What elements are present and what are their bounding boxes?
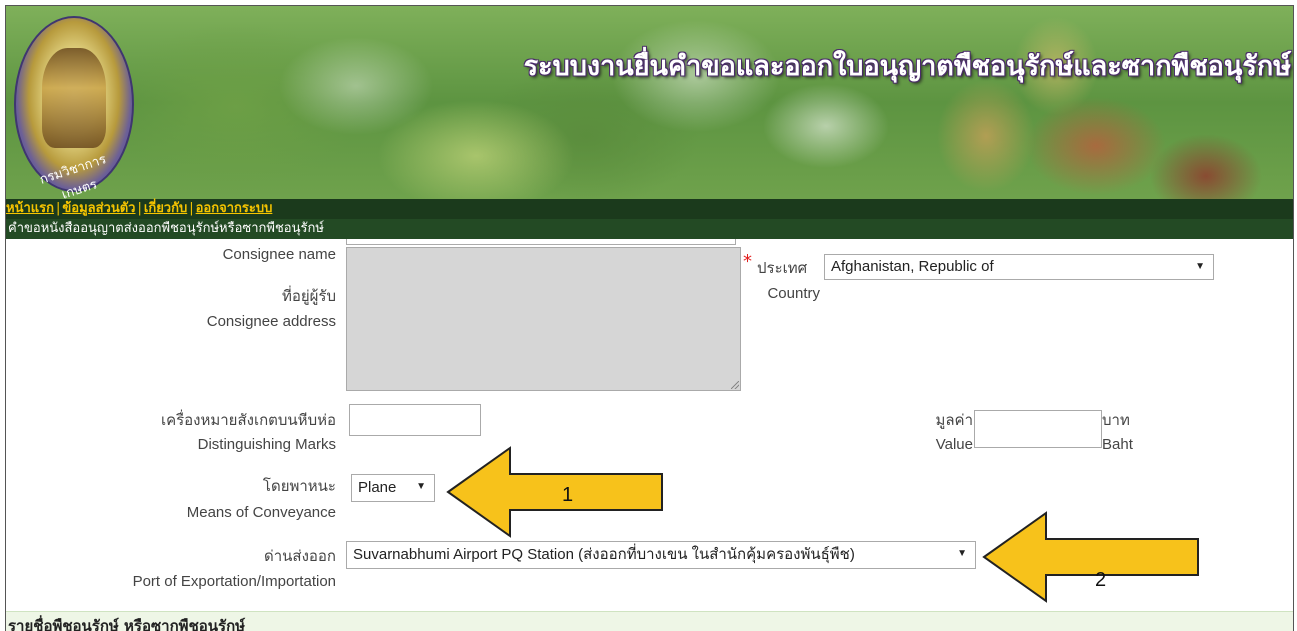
arrow-1-number: 1 bbox=[562, 484, 574, 506]
site-title: ระบบงานยื่นคำขอและออกใบอนุญาตพืชอนุรักษ์… bbox=[523, 51, 1291, 82]
seal-emblem bbox=[42, 48, 106, 148]
country-select[interactable]: Afghanistan, Republic of ▼ bbox=[824, 254, 1214, 280]
consignee-name-label: Consignee name bbox=[222, 246, 336, 263]
conveyance-select-value: Plane bbox=[358, 479, 397, 496]
conveyance-label-th: โดยพาหนะ bbox=[262, 478, 336, 495]
marks-label-th: เครื่องหมายสังเกตบนหีบห่อ bbox=[160, 412, 336, 429]
port-label-en: Port of Exportation/Importation bbox=[132, 573, 336, 590]
header-banner: กรมวิชาการเกษตร ระบบงานยื่นคำขอและออกใบอ… bbox=[6, 6, 1293, 199]
consignee-address-label-th: ที่อยู่ผู้รับ bbox=[281, 288, 336, 305]
page-subtitle: คำขอหนังสืออนุญาตส่งออกพืชอนุรักษ์หรือซา… bbox=[6, 219, 1293, 239]
arrow-2-shape bbox=[982, 511, 1199, 603]
port-select[interactable]: Suvarnabhumi Airport PQ Station (ส่งออกท… bbox=[346, 541, 976, 569]
required-marker: * bbox=[743, 251, 752, 272]
value-label-en: Value bbox=[935, 436, 973, 453]
arrow-1-shape bbox=[446, 446, 663, 538]
section-header-bar: รายชื่อพืชอนุรักษ์ หรือซากพืชอนุรักษ์ bbox=[6, 611, 1293, 631]
country-label-th: ประเทศ bbox=[757, 260, 808, 277]
port-select-value: Suvarnabhumi Airport PQ Station (ส่งออกท… bbox=[353, 546, 855, 563]
marks-label-en: Distinguishing Marks bbox=[197, 436, 336, 453]
consignee-name-input[interactable] bbox=[346, 239, 736, 245]
arrow-2-number: 2 bbox=[1095, 569, 1107, 591]
nav-separator: | bbox=[137, 201, 142, 216]
conveyance-select[interactable]: Plane ▼ bbox=[351, 474, 435, 502]
section-title: รายชื่อพืชอนุรักษ์ หรือซากพืชอนุรักษ์ bbox=[8, 617, 246, 631]
nav-separator: | bbox=[189, 201, 194, 216]
chevron-down-icon: ▼ bbox=[416, 481, 426, 492]
nav-separator: | bbox=[56, 201, 61, 216]
annotation-arrow-2 bbox=[982, 511, 1199, 603]
nav-about-link[interactable]: เกี่ยวกับ bbox=[144, 201, 187, 216]
value-input[interactable] bbox=[974, 410, 1102, 448]
top-nav: หน้าแรก | ข้อมูลส่วนตัว | เกี่ยวกับ | ออกจากระ… bbox=[6, 199, 1293, 219]
distinguishing-marks-input[interactable] bbox=[349, 404, 481, 436]
annotation-arrow-1 bbox=[446, 446, 663, 538]
consignee-address-textarea[interactable] bbox=[346, 247, 741, 391]
port-label-th: ด่านส่งออก bbox=[264, 548, 336, 565]
value-label-th: มูลค่า bbox=[935, 412, 973, 429]
department-seal-logo: กรมวิชาการเกษตร bbox=[14, 16, 134, 199]
nav-home-link[interactable]: หน้าแรก bbox=[6, 201, 54, 216]
consignee-address-label-en: Consignee address bbox=[206, 313, 336, 330]
resize-grip-icon[interactable] bbox=[731, 381, 739, 389]
country-select-value: Afghanistan, Republic of bbox=[831, 258, 994, 275]
conveyance-label-en: Means of Conveyance bbox=[186, 504, 336, 521]
currency-label-th: บาท bbox=[1102, 412, 1130, 429]
chevron-down-icon: ▼ bbox=[957, 548, 967, 559]
country-label-en: Country bbox=[767, 285, 820, 302]
currency-label-en: Baht bbox=[1102, 436, 1133, 453]
browser-frame: กรมวิชาการเกษตร ระบบงานยื่นคำขอและออกใบอ… bbox=[5, 5, 1294, 631]
nav-profile-link[interactable]: ข้อมูลส่วนตัว bbox=[62, 201, 135, 216]
seal-text: กรมวิชาการเกษตร bbox=[37, 152, 109, 199]
chevron-down-icon: ▼ bbox=[1195, 261, 1205, 272]
nav-logout-link[interactable]: ออกจากระบบ bbox=[196, 201, 273, 216]
